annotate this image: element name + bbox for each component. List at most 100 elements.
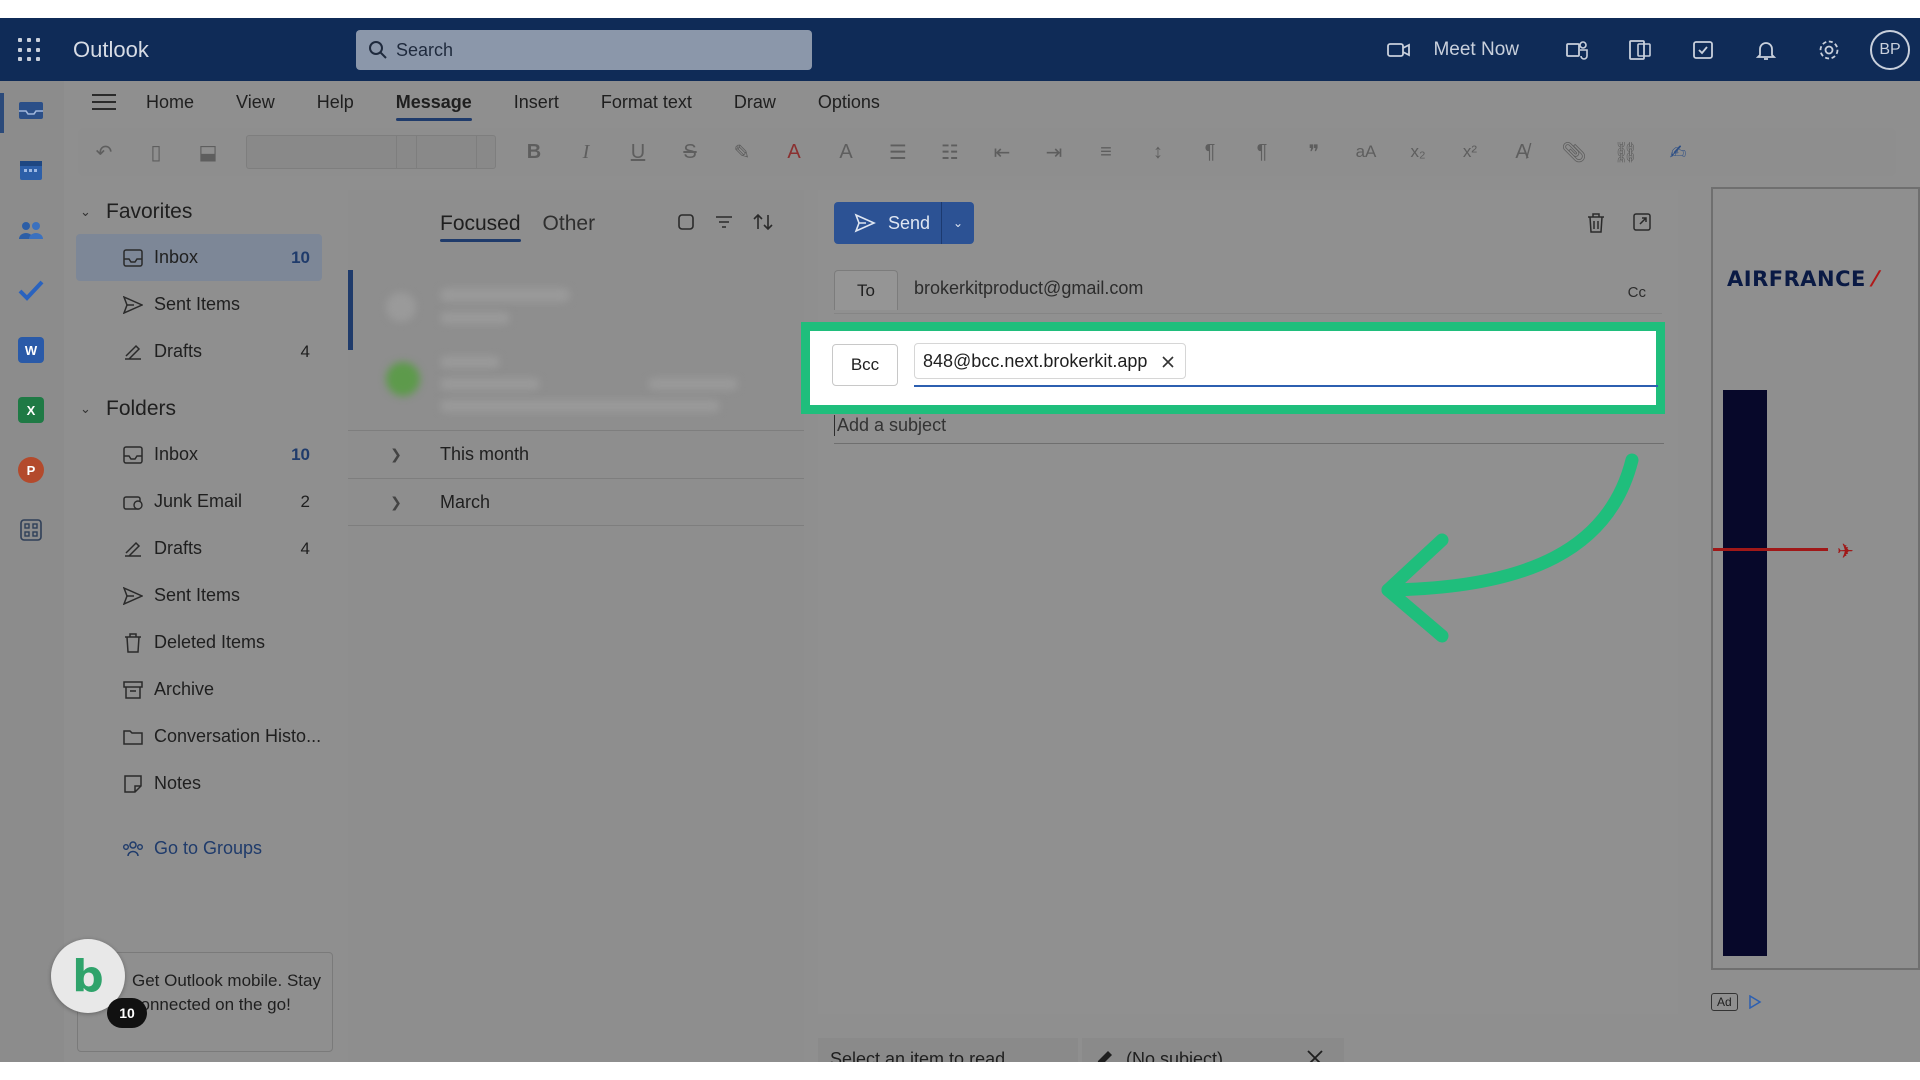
to-button[interactable]: To bbox=[834, 270, 898, 310]
folders-item-sent-items[interactable]: Sent Items bbox=[76, 572, 322, 619]
tab-options[interactable]: Options bbox=[818, 84, 880, 121]
excel-icon[interactable]: X bbox=[18, 397, 44, 423]
annotation-arrow-icon bbox=[1381, 453, 1639, 643]
tab-format-text[interactable]: Format text bbox=[601, 84, 692, 121]
bullets-icon[interactable]: ☰ bbox=[882, 136, 914, 168]
search-input[interactable] bbox=[396, 39, 796, 61]
filter-icon[interactable] bbox=[714, 212, 734, 237]
tab-insert[interactable]: Insert bbox=[514, 84, 559, 121]
folders-item-drafts[interactable]: Drafts 4 bbox=[76, 525, 322, 572]
quote-icon[interactable]: ❞ bbox=[1298, 136, 1330, 168]
to-recipient[interactable]: brokerkitproduct@gmail.com bbox=[914, 278, 1143, 299]
tab-focused[interactable]: Focused bbox=[440, 212, 521, 242]
video-camera-icon bbox=[1387, 42, 1411, 57]
paste-icon[interactable]: ▯ bbox=[140, 136, 172, 168]
draft-tab[interactable]: (No subject) bbox=[1082, 1038, 1344, 1062]
font-color-icon[interactable]: A bbox=[778, 136, 810, 168]
my-day-icon[interactable] bbox=[1671, 18, 1734, 81]
attach-icon[interactable]: 📎︎ bbox=[1558, 136, 1590, 168]
people-icon[interactable] bbox=[18, 217, 44, 243]
inbox-icon bbox=[122, 445, 144, 464]
format-painter-icon[interactable]: ⬓ bbox=[192, 136, 224, 168]
app-launcher-icon[interactable] bbox=[18, 38, 42, 62]
rtl-icon[interactable]: ¶ bbox=[1246, 136, 1278, 168]
folders-item-inbox[interactable]: Inbox 10 bbox=[76, 431, 322, 478]
subscript-icon[interactable]: x₂ bbox=[1402, 136, 1434, 168]
increase-indent-icon[interactable]: ⇥ bbox=[1038, 136, 1070, 168]
favorites-header[interactable]: ⌄ Favorites bbox=[64, 190, 344, 234]
ad-pane[interactable]: AIRFRANCE ⁄ ✈ bbox=[1711, 187, 1920, 970]
word-icon[interactable]: W bbox=[18, 337, 44, 363]
remove-recipient-icon[interactable] bbox=[1161, 353, 1175, 374]
bcc-input[interactable]: 848@bcc.next.brokerkit.app bbox=[914, 341, 1658, 387]
list-item[interactable] bbox=[348, 346, 804, 418]
signature-icon[interactable]: ✍︎ bbox=[1662, 136, 1694, 168]
bcc-recipient-chip[interactable]: 848@bcc.next.brokerkit.app bbox=[914, 343, 1187, 379]
sort-icon[interactable] bbox=[752, 212, 774, 237]
clear-format-icon[interactable]: A̸ bbox=[1506, 136, 1538, 168]
folders-header[interactable]: ⌄ Folders bbox=[64, 387, 344, 431]
subject-input[interactable] bbox=[834, 415, 1634, 436]
select-item-tab[interactable]: Select an item to read bbox=[818, 1038, 1078, 1062]
go-to-groups-link[interactable]: Go to Groups bbox=[76, 825, 322, 872]
folders-item-archive[interactable]: Archive bbox=[76, 666, 322, 713]
tab-message[interactable]: Message bbox=[395, 84, 472, 121]
select-mode-icon[interactable] bbox=[676, 212, 696, 237]
strikethrough-icon[interactable]: S bbox=[674, 136, 706, 168]
group-this-month[interactable]: ❯ This month bbox=[348, 430, 804, 478]
onenote-icon[interactable] bbox=[1608, 18, 1671, 81]
folders-item-junk-email[interactable]: Junk Email 2 bbox=[76, 478, 322, 525]
cc-button[interactable]: Cc bbox=[1628, 284, 1646, 301]
tab-draw[interactable]: Draw bbox=[734, 84, 776, 121]
link-icon[interactable]: ⛓︎ bbox=[1610, 136, 1642, 168]
meet-now-button[interactable]: Meet Now bbox=[1387, 39, 1519, 61]
mail-icon[interactable] bbox=[18, 97, 44, 123]
folders-item-deleted-items[interactable]: Deleted Items bbox=[76, 619, 322, 666]
change-case-icon[interactable]: aA bbox=[1350, 136, 1382, 168]
search-box[interactable] bbox=[356, 30, 812, 70]
adchoices-icon[interactable] bbox=[1748, 995, 1762, 1009]
chevron-down-icon[interactable]: ⌄ bbox=[942, 216, 974, 230]
tab-home[interactable]: Home bbox=[146, 84, 194, 121]
underline-icon[interactable]: U bbox=[622, 136, 654, 168]
todo-check-icon[interactable] bbox=[18, 277, 44, 303]
ltr-icon[interactable]: ¶ bbox=[1194, 136, 1226, 168]
user-avatar[interactable]: BP bbox=[1870, 29, 1910, 70]
bcc-button[interactable]: Bcc bbox=[832, 344, 898, 386]
folders-item-notes[interactable]: Notes bbox=[76, 760, 322, 807]
styles-icon[interactable]: A bbox=[830, 136, 862, 168]
inbox-icon bbox=[122, 248, 144, 267]
send-button[interactable]: Send ⌄ bbox=[834, 202, 974, 244]
undo-icon[interactable]: ↶ bbox=[88, 136, 120, 168]
close-icon[interactable] bbox=[1306, 1049, 1336, 1062]
highlight-icon[interactable]: ✎ bbox=[726, 136, 758, 168]
bell-icon[interactable] bbox=[1734, 18, 1797, 81]
ad-brand: AIRFRANCE bbox=[1727, 267, 1866, 291]
line-spacing-icon[interactable]: ↕ bbox=[1142, 136, 1174, 168]
hamburger-menu-icon[interactable] bbox=[92, 89, 116, 115]
align-icon[interactable]: ≡ bbox=[1090, 136, 1122, 168]
teams-icon[interactable] bbox=[1545, 18, 1608, 81]
tab-other[interactable]: Other bbox=[543, 212, 596, 242]
powerpoint-icon[interactable]: P bbox=[18, 457, 44, 483]
tab-view[interactable]: View bbox=[236, 84, 275, 121]
list-item[interactable] bbox=[348, 270, 804, 350]
font-picker[interactable] bbox=[246, 135, 496, 169]
favorites-item-sent-items[interactable]: Sent Items bbox=[76, 281, 322, 328]
calendar-icon[interactable] bbox=[18, 157, 44, 183]
tab-help[interactable]: Help bbox=[317, 84, 354, 121]
numbering-icon[interactable]: ☷ bbox=[934, 136, 966, 168]
superscript-icon[interactable]: x² bbox=[1454, 136, 1486, 168]
more-apps-icon[interactable] bbox=[18, 517, 44, 543]
favorites-item-drafts[interactable]: Drafts 4 bbox=[76, 328, 322, 375]
favorites-item-inbox[interactable]: Inbox 10 bbox=[76, 234, 322, 281]
settings-gear-icon[interactable] bbox=[1797, 18, 1860, 81]
chevron-down-icon: ⌄ bbox=[80, 401, 91, 416]
discard-trash-icon[interactable] bbox=[1586, 212, 1606, 239]
decrease-indent-icon[interactable]: ⇤ bbox=[986, 136, 1018, 168]
pop-out-icon[interactable] bbox=[1632, 212, 1652, 239]
bold-icon[interactable]: B bbox=[518, 136, 550, 168]
folders-item-conversation-histo[interactable]: Conversation Histo... bbox=[76, 713, 322, 760]
italic-icon[interactable]: I bbox=[570, 136, 602, 168]
group-march[interactable]: ❯ March bbox=[348, 478, 804, 526]
